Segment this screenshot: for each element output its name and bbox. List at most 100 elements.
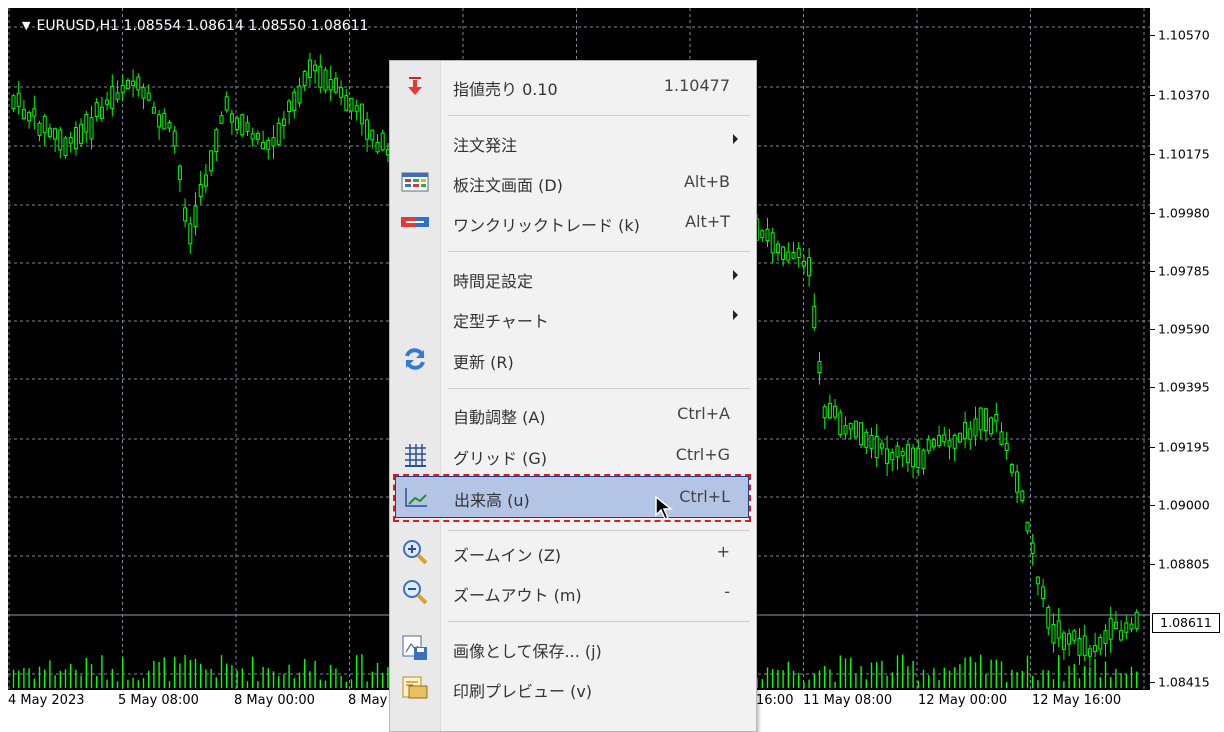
menu-item-zoom-in[interactable]: ズームイン (Z) + (390, 532, 754, 572)
candle-body (921, 449, 926, 469)
candle-body (203, 174, 208, 187)
candle-body (1072, 630, 1077, 641)
price-tick (1150, 329, 1155, 330)
menu-item-grid[interactable]: グリッド (G) Ctrl+G (390, 435, 754, 475)
candle-body (37, 122, 42, 136)
price-axis[interactable]: 1.10570 1.10370 1.10175 1.09980 1.09785 … (1150, 8, 1224, 698)
candle-body (27, 112, 32, 122)
candle-body (833, 405, 838, 418)
dropdown-triangle-icon[interactable]: ▼ (22, 19, 30, 32)
candle-body (879, 443, 884, 449)
menu-item-refresh[interactable]: 更新 (R) (390, 339, 754, 379)
menu-label: ズームアウト (m) (453, 586, 582, 605)
menu-shortcut: Alt+B (683, 172, 730, 191)
candle-body (1035, 576, 1040, 585)
price-label: 1.08805 (1158, 556, 1210, 572)
print-preview-icon (398, 675, 432, 701)
candle-body (911, 447, 916, 468)
candle-body (235, 117, 240, 130)
candle-body (266, 139, 271, 150)
candle-body (989, 417, 994, 435)
candle-body (323, 69, 328, 91)
candle-body (21, 108, 26, 119)
candle-body (349, 97, 354, 112)
candle-body (890, 452, 895, 461)
candle-body (1025, 521, 1030, 532)
price-label: 1.09395 (1158, 379, 1210, 395)
price-tick (1150, 95, 1155, 96)
menu-item-save-image[interactable]: 画像として保存... (j) (390, 628, 754, 668)
candle-body (99, 106, 104, 119)
candle-body (313, 64, 318, 72)
candle-body (1113, 621, 1118, 629)
candle-body (770, 232, 775, 254)
menu-label: 板注文画面 (D) (453, 176, 563, 195)
candle-body (796, 247, 801, 258)
candle-body (786, 251, 791, 261)
menu-item-autoscroll[interactable]: 自動調整 (A) Ctrl+A (390, 394, 754, 434)
price-tick (1150, 271, 1155, 272)
candle-body (359, 103, 364, 125)
menu-item-template[interactable]: 定型チャート (390, 298, 754, 338)
menu-label: 定型チャート (453, 312, 549, 331)
menu-label: ワンクリックトレード (k) (453, 216, 640, 235)
candle-body (287, 100, 292, 112)
candle-body (1093, 645, 1098, 652)
price-tick (1150, 564, 1155, 565)
candle-body (307, 59, 312, 78)
candle-body (157, 114, 162, 128)
candle-body (791, 251, 796, 259)
menu-separator (448, 621, 750, 622)
menu-separator (448, 388, 750, 389)
menu-shortcut: Ctrl+A (677, 404, 730, 423)
candle-body (1098, 636, 1103, 650)
menu-item-print-preview[interactable]: 印刷プレビュー (v) (390, 668, 754, 708)
price-tick (1150, 447, 1155, 448)
candle-body (1051, 623, 1056, 644)
price-label: 1.09195 (1158, 439, 1210, 455)
candle-body (999, 431, 1004, 445)
candle-body (84, 114, 89, 133)
candle-body (916, 447, 921, 468)
time-label: 5 May 08:00 (118, 693, 199, 708)
candle-body (53, 128, 58, 140)
candle-body (1082, 635, 1087, 656)
candle-body (177, 165, 182, 181)
menu-item-zoom-out[interactable]: ズームアウト (m) - (390, 572, 754, 612)
menu-item-order[interactable]: 注文発注 (390, 122, 754, 162)
candle-body (1124, 622, 1129, 633)
candle-body (250, 133, 255, 140)
menu-item-one-click-trade[interactable]: ワンクリックトレード (k) Alt+T (390, 202, 754, 242)
price-label: 1.10175 (1158, 146, 1210, 162)
candle-body (1077, 637, 1082, 656)
candle-body (162, 112, 167, 130)
menu-item-timeframe[interactable]: 時間足設定 (390, 258, 754, 298)
time-label: 4 May 2023 (8, 693, 85, 708)
candle-body (32, 108, 37, 117)
menu-separator (448, 115, 750, 116)
menu-item-sell-limit[interactable]: 指値売り 0.10 1.10477 (390, 66, 754, 106)
symbol-info[interactable]: ▼ EURUSD,H1 1.08554 1.08614 1.08550 1.086… (22, 18, 368, 34)
candle-body (136, 76, 141, 91)
candle-body (1061, 632, 1066, 650)
candle-body (827, 402, 832, 419)
price-label: 1.09590 (1158, 321, 1210, 337)
menu-label: 印刷プレビュー (v) (453, 682, 593, 701)
price-label: 1.09785 (1158, 263, 1210, 279)
candle-body (193, 205, 198, 228)
candle-body (807, 257, 812, 277)
price-label: 1.10570 (1158, 27, 1210, 43)
chart-context-menu[interactable]: 指値売り 0.10 1.10477 注文発注 板注文画面 (D) Alt+B ワ… (389, 60, 757, 732)
candle-body (1129, 623, 1134, 630)
candle-body (89, 117, 94, 140)
candle-body (183, 207, 188, 222)
candle-body (1020, 490, 1025, 501)
menu-label: 注文発注 (453, 136, 518, 155)
menu-item-depth-of-market[interactable]: 板注文画面 (D) Alt+B (390, 162, 754, 202)
candle-body (1015, 471, 1020, 493)
symbol-ohlc-text: EURUSD,H1 1.08554 1.08614 1.08550 1.0861… (36, 18, 369, 34)
zoom-in-icon (398, 539, 432, 565)
candle-body (188, 223, 193, 245)
candle-body (973, 418, 978, 437)
time-label: 8 May (348, 693, 388, 708)
